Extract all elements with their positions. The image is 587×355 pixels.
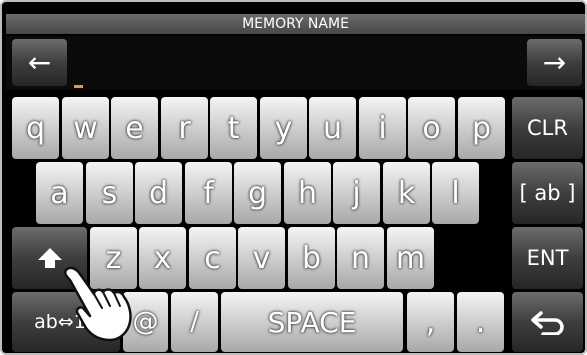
key-g[interactable]: g (234, 162, 281, 224)
key-n[interactable]: n (337, 227, 384, 289)
name-input-row[interactable] (6, 36, 585, 90)
clr-button[interactable]: CLR (512, 97, 583, 159)
key-b[interactable]: b (288, 227, 335, 289)
key-j[interactable]: j (333, 162, 380, 224)
key-i[interactable]: i (359, 97, 406, 159)
key-o[interactable]: o (408, 97, 455, 159)
key-w[interactable]: w (62, 97, 109, 159)
back-button[interactable] (512, 292, 583, 352)
key-k[interactable]: k (383, 162, 430, 224)
space-key[interactable]: SPACE (221, 292, 403, 352)
key-u[interactable]: u (309, 97, 356, 159)
title-bar: MEMORY NAME (6, 14, 585, 34)
key-slash[interactable]: / (171, 292, 218, 352)
key-q[interactable]: q (12, 97, 59, 159)
key-e[interactable]: e (111, 97, 158, 159)
return-arrow-icon (530, 311, 564, 335)
key-x[interactable]: x (139, 227, 186, 289)
left-arrow-icon: ← (27, 46, 52, 79)
shift-button[interactable] (12, 227, 87, 289)
ent-button[interactable]: ENT (512, 227, 583, 289)
key-t[interactable]: t (210, 97, 257, 159)
key-v[interactable]: v (238, 227, 285, 289)
key-r[interactable]: r (161, 97, 208, 159)
key-c[interactable]: c (189, 227, 236, 289)
key-d[interactable]: d (135, 162, 182, 224)
key-f[interactable]: f (185, 162, 232, 224)
key-y[interactable]: y (260, 97, 307, 159)
key-comma[interactable]: , (407, 292, 454, 352)
key-l[interactable]: l (432, 162, 479, 224)
memory-name-screen: MEMORY NAME ← → q w e r t y u i o p CLR … (0, 0, 587, 355)
cursor-right-button[interactable]: → (527, 39, 582, 86)
ab-mode-button[interactable]: [ ab ] (512, 162, 583, 224)
key-at[interactable]: @ (123, 292, 168, 352)
key-p[interactable]: p (458, 97, 505, 159)
key-period[interactable]: . (457, 292, 504, 352)
key-m[interactable]: m (387, 227, 434, 289)
text-cursor (74, 85, 83, 88)
ab-12-toggle-button[interactable]: ab⇔12 (12, 292, 120, 352)
shift-up-arrow-icon (37, 248, 62, 268)
cursor-left-button[interactable]: ← (12, 39, 67, 86)
key-a[interactable]: a (36, 162, 83, 224)
right-arrow-icon: → (542, 46, 567, 79)
key-z[interactable]: z (90, 227, 137, 289)
key-s[interactable]: s (86, 162, 133, 224)
key-h[interactable]: h (284, 162, 331, 224)
